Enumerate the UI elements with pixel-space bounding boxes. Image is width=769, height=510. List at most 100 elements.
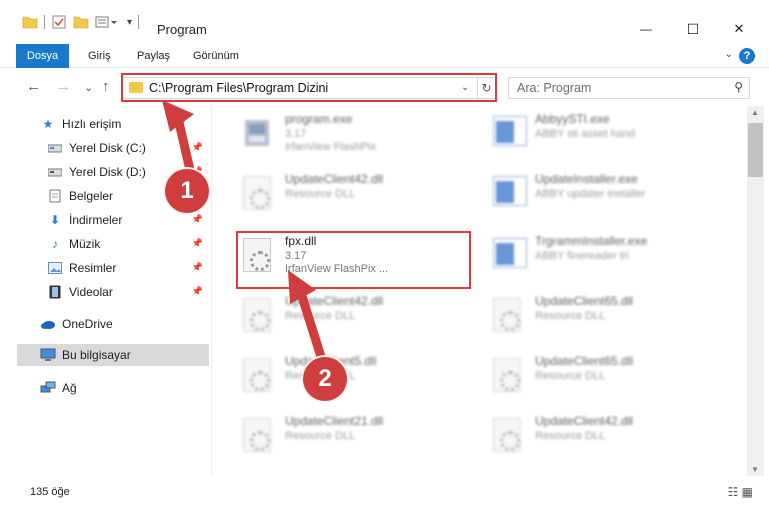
step-badge-2: 2 (303, 357, 347, 401)
folder-icon[interactable] (22, 15, 38, 29)
view-toggle-icon[interactable]: ☷ ▦ (728, 485, 753, 499)
status-bar: 135 öğe ☷ ▦ (0, 476, 769, 510)
file-name: UpdateClient42.dll (535, 414, 634, 428)
list-item[interactable]: UpdateClient65.dll Resource DLL (463, 288, 713, 344)
download-icon: ⬇ (49, 213, 61, 227)
file-name: UpdateClient65.dll (535, 294, 634, 308)
tab-file[interactable]: Dosya (16, 44, 69, 68)
pin-icon[interactable]: 📌 (192, 262, 203, 273)
pin-icon[interactable]: 📌 (192, 142, 203, 153)
sidebar-item-drive-c[interactable]: Yerel Disk (C:) 📌 (0, 137, 209, 159)
sidebar-item-videos[interactable]: Videolar 📌 (0, 281, 209, 303)
sidebar-item-label: Videolar (69, 285, 113, 299)
expand-ribbon-icon[interactable]: ⌄ (725, 49, 733, 60)
tab-view[interactable]: Görünüm (193, 44, 239, 68)
file-highlight-box (236, 231, 471, 289)
list-item[interactable]: UpdateClient21.dll Resource DLL (213, 408, 463, 464)
properties-icon[interactable] (51, 14, 67, 30)
file-description: ABBY sti asset hand (535, 128, 636, 140)
help-icon[interactable]: ? (739, 48, 755, 64)
pin-icon[interactable]: 📌 (192, 238, 203, 249)
toolbar-separator (44, 15, 45, 29)
sidebar-item-label: Resimler (69, 261, 117, 275)
dropdown-arrow-icon[interactable]: ▾ (127, 17, 132, 28)
file-description: Resource DLL (285, 430, 356, 442)
file-name: UpdateClient42.dll (285, 294, 384, 308)
sidebar-item-onedrive[interactable]: OneDrive (0, 313, 209, 335)
customize-toolbar-icon[interactable] (95, 15, 121, 29)
dll-icon (493, 298, 523, 332)
pin-icon[interactable]: 📌 (192, 286, 203, 297)
new-folder-icon[interactable] (73, 15, 89, 29)
close-button[interactable]: ✕ (717, 14, 761, 44)
minimize-icon: — (640, 22, 652, 36)
file-name: UpdateInstaller.exe (535, 172, 638, 186)
file-description: IrfanView FlashPix (285, 141, 376, 153)
maximize-button[interactable]: ☐ (671, 14, 715, 44)
documents-icon (47, 189, 63, 203)
up-button[interactable]: ↑ (102, 78, 110, 95)
exe-icon (493, 238, 527, 272)
list-item[interactable]: UpdateClient42.dll Resource DLL (213, 288, 463, 344)
exe-icon (493, 176, 527, 210)
drive-icon (47, 141, 63, 155)
window-title: Program (157, 22, 207, 37)
dll-icon (243, 418, 273, 452)
list-item[interactable]: UpdateInstaller.exe ABBY updater install… (463, 166, 713, 222)
sidebar-item-this-pc[interactable]: Bu bilgisayar (17, 344, 209, 366)
exe-icon (493, 116, 527, 150)
search-placeholder: Ara: Program (517, 81, 592, 95)
dll-icon (243, 298, 273, 332)
item-count: 135 öğe (30, 486, 70, 498)
search-icon[interactable]: ⚲ (734, 80, 743, 94)
ribbon-tabs: Dosya Giriş Paylaş Görünüm ⌄ ? (0, 44, 769, 68)
dll-icon (243, 358, 273, 392)
close-icon: ✕ (733, 21, 745, 36)
file-description: Resource DLL (535, 430, 606, 442)
star-icon: ★ (42, 117, 54, 131)
list-item[interactable]: UpdateClient42.dll Resource DLL (463, 408, 713, 464)
file-description: ABBY updater installer (535, 188, 646, 200)
file-name: UpdateClient42.dll (285, 172, 384, 186)
sidebar-item-music[interactable]: ♪ Müzik 📌 (0, 233, 209, 255)
tab-home[interactable]: Giriş (88, 44, 111, 68)
scroll-down-icon[interactable]: ▼ (751, 465, 759, 474)
sidebar-item-label: Hızlı erişim (62, 117, 122, 131)
sidebar-item-quick-access[interactable]: ★ Hızlı erişim (0, 113, 209, 135)
scroll-thumb[interactable] (748, 123, 763, 177)
back-button[interactable]: ← (26, 78, 41, 95)
scroll-up-icon[interactable]: ▲ (751, 108, 759, 117)
dll-icon (493, 418, 523, 452)
sidebar-item-label: Bu bilgisayar (62, 348, 131, 362)
cloud-icon (40, 317, 56, 331)
sidebar-item-label: Yerel Disk (D:) (69, 165, 146, 179)
vertical-scrollbar[interactable]: ▲ ▼ (747, 106, 764, 476)
list-item[interactable]: AbbyySTI.exe ABBY sti asset hand (463, 106, 713, 162)
search-input[interactable]: Ara: Program ⚲ (508, 77, 750, 99)
music-icon: ♪ (52, 237, 58, 251)
quick-access-toolbar: ▾ (22, 14, 140, 30)
file-name: UpdateClient21.dll (285, 414, 384, 428)
recent-locations-button[interactable]: ⌄ (84, 81, 93, 94)
list-item[interactable]: program.exe 3.17 IrfanView FlashPix (213, 106, 463, 162)
sidebar-item-pictures[interactable]: Resimler 📌 (0, 257, 209, 279)
sidebar-item-network[interactable]: Ağ (0, 377, 209, 399)
list-item[interactable]: UpdateClient65.dll Resource DLL (463, 348, 713, 404)
file-version: 3.17 (285, 128, 307, 140)
minimize-button[interactable]: — (624, 14, 668, 44)
address-highlight-box (121, 73, 497, 102)
sidebar-item-downloads[interactable]: ⬇ İndirmeler 📌 (0, 209, 209, 231)
forward-button[interactable]: → (56, 78, 71, 95)
list-item[interactable]: UpdateClient42.dll Resource DLL (213, 166, 463, 222)
drive-icon (47, 165, 63, 179)
computer-icon (40, 348, 56, 362)
list-item[interactable]: TrgrammInstaller.exe ABBY finereader tri (463, 228, 713, 284)
dll-icon (243, 176, 273, 210)
navigation-pane: ★ Hızlı erişim Yerel Disk (C:) 📌 Yerel D… (0, 106, 212, 476)
step-badge-1: 1 (165, 169, 209, 213)
file-description: ABBY finereader tri (535, 250, 629, 262)
file-name: program.exe (285, 112, 353, 126)
file-list: program.exe 3.17 IrfanView FlashPix Abby… (213, 106, 747, 476)
pin-icon[interactable]: 📌 (192, 214, 203, 225)
tab-share[interactable]: Paylaş (137, 44, 170, 68)
